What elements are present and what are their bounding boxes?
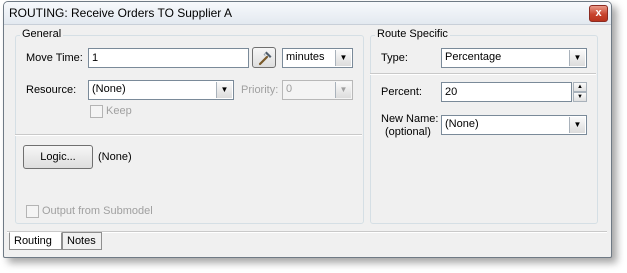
type-select[interactable]: Percentage ▼ — [441, 48, 587, 68]
new-name-select[interactable]: (None) ▼ — [441, 115, 587, 135]
chevron-down-icon: ▼ — [216, 82, 232, 98]
route-specific-group: Route Specific Type: Percentage ▼ Percen… — [370, 28, 598, 224]
tab-notes-label: Notes — [67, 235, 96, 247]
type-label: Type: — [381, 52, 408, 64]
route-specific-legend: Route Specific — [375, 28, 450, 40]
new-name-value: (None) — [445, 118, 479, 130]
logic-button-label: Logic... — [40, 151, 76, 163]
resource-select[interactable]: (None) ▼ — [88, 80, 234, 100]
hammer-icon — [257, 50, 273, 69]
new-name-label: New Name: — [381, 113, 439, 125]
keep-label: Keep — [106, 105, 132, 117]
resource-label: Resource: — [26, 84, 77, 96]
type-value: Percentage — [445, 51, 502, 63]
priority-select[interactable]: 0 ▼ — [282, 80, 353, 100]
keep-checkbox[interactable] — [90, 105, 103, 118]
time-unit-value: minutes — [286, 51, 325, 63]
chevron-down-icon: ▼ — [335, 82, 351, 98]
priority-value: 0 — [286, 83, 293, 95]
general-group: General Move Time: 1 minutes ▼ Resource:… — [15, 28, 364, 224]
priority-label: Priority: — [241, 84, 279, 96]
move-time-input[interactable]: 1 — [88, 48, 249, 68]
output-from-submodel-checkbox[interactable] — [26, 205, 39, 218]
chevron-down-icon: ▼ — [569, 117, 585, 133]
logic-button[interactable]: Logic... — [23, 145, 93, 169]
expression-builder-button[interactable] — [252, 47, 276, 68]
resource-value: (None) — [92, 83, 126, 95]
close-icon: x — [595, 7, 602, 19]
percent-label: Percent: — [381, 86, 422, 98]
general-legend: General — [20, 28, 64, 40]
percent-input[interactable]: 20 — [441, 82, 572, 102]
logic-value: (None) — [98, 151, 132, 163]
time-unit-select[interactable]: minutes ▼ — [282, 48, 353, 68]
title-bar[interactable]: ROUTING: Receive Orders TO Supplier A x — [4, 2, 611, 25]
spin-down-button[interactable]: ▼ — [573, 92, 587, 102]
output-from-submodel-label: Output from Submodel — [42, 205, 153, 217]
route-divider — [370, 73, 596, 75]
spin-up-button[interactable]: ▲ — [573, 82, 587, 92]
window-title: ROUTING: Receive Orders TO Supplier A — [9, 6, 232, 20]
routing-dialog: ROUTING: Receive Orders TO Supplier A x … — [3, 1, 612, 258]
tab-routing[interactable]: Routing — [9, 232, 62, 250]
close-button[interactable]: x — [589, 5, 608, 22]
tab-notes[interactable]: Notes — [62, 232, 102, 250]
general-divider — [15, 134, 362, 136]
move-time-label: Move Time: — [26, 52, 83, 64]
chevron-down-icon: ▼ — [335, 50, 351, 66]
chevron-down-icon: ▼ — [569, 50, 585, 66]
tab-routing-label: Routing — [14, 235, 52, 247]
new-name-optional-label: (optional) — [385, 126, 431, 138]
